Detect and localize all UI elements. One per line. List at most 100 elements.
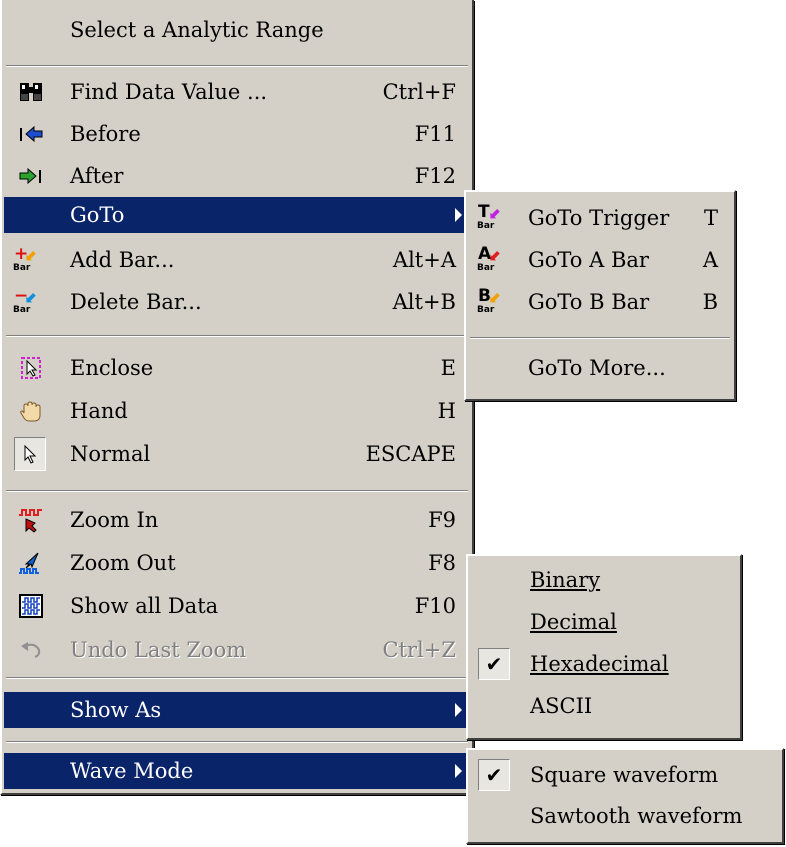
menu-item-show-all-data[interactable]: Show all Data F10 [4,588,470,624]
show-all-data-icon [18,593,44,619]
menu-item-binary[interactable]: Binary [470,562,738,598]
menu-item-label: Undo Last Zoom [70,638,247,662]
menu-shortcut: T [703,206,718,230]
b-bar-icon: B ⬋ Bar [477,286,502,315]
menu-item-label: Sawtooth waveform [530,804,743,828]
menu-item-square-waveform[interactable]: ✔ Square waveform [470,757,780,793]
menu-item-label: Zoom Out [70,551,176,575]
menu-item-label: Decimal [530,610,617,634]
menu-item-label: Show all Data [70,594,219,618]
menu-shortcut: F10 [414,594,456,618]
separator [6,65,468,67]
menu-item-label: Delete Bar... [70,290,202,314]
menu-item-goto-more[interactable]: GoTo More... [468,350,732,386]
menu-shortcut: Alt+A [392,248,456,272]
submenu-arrow-icon [455,208,462,222]
menu-shortcut: Ctrl+F [382,80,456,104]
menu-item-ascii[interactable]: ASCII [470,688,738,724]
separator [6,490,468,492]
menu-item-goto-b-bar[interactable]: B ⬋ Bar GoTo B Bar B [468,284,732,320]
menu-item-after[interactable]: After F12 [4,158,470,194]
menu-item-label: Hexadecimal [530,652,669,676]
menu-item-label: GoTo More... [528,356,666,380]
menu-item-show-as[interactable]: Show As [4,692,470,728]
goto-submenu: T ⬋ Bar GoTo Trigger T A ⬋ Bar GoTo A Bar A … [464,190,736,401]
submenu-arrow-icon [455,764,462,778]
menu-item-sawtooth-waveform[interactable]: Sawtooth waveform [470,798,780,834]
menu-item-label: Wave Mode [70,759,194,783]
separator [6,335,468,337]
submenu-arrow-icon [455,703,462,717]
menu-item-label: GoTo Trigger [528,206,670,230]
menu-item-before[interactable]: Before F11 [4,116,470,152]
menu-item-label: Binary [530,568,601,592]
menu-item-label: Zoom In [70,508,159,532]
separator [6,741,468,743]
separator [6,677,468,679]
context-menu: Select a Analytic Range Find Data Value … [0,0,474,795]
menu-shortcut: B [702,290,718,314]
checkmark-icon: ✔ [478,648,510,680]
menu-item-delete-bar[interactable]: − ⬋ Bar Delete Bar... Alt+B [4,284,470,320]
menu-item-goto-a-bar[interactable]: A ⬋ Bar GoTo A Bar A [468,242,732,278]
zoom-out-icon [18,550,44,576]
icon-sub: Bar [477,263,495,273]
menu-shortcut: ESCAPE [365,442,456,466]
hand-icon [18,398,44,424]
menu-item-label: GoTo [70,203,125,227]
icon-sub: Bar [477,221,495,231]
icon-sub: Bar [477,305,495,315]
menu-item-label: Hand [70,399,128,423]
add-bar-icon: + ⬋ Bar [13,244,38,273]
menu-item-undo-last-zoom[interactable]: Undo Last Zoom Ctrl+Z [4,632,470,668]
menu-item-find-data-value[interactable]: Find Data Value ... Ctrl+F [4,74,470,110]
menu-shortcut: H [437,399,456,423]
menu-item-zoom-in[interactable]: Zoom In F9 [4,502,470,538]
undo-icon [18,637,44,663]
menu-shortcut: F12 [414,164,456,188]
menu-item-zoom-out[interactable]: Zoom Out F8 [4,545,470,581]
menu-item-wave-mode[interactable]: Wave Mode [4,753,470,789]
menu-item-label: GoTo B Bar [528,290,650,314]
menu-shortcut: E [440,356,456,380]
menu-item-add-bar[interactable]: + ⬋ Bar Add Bar... Alt+A [4,242,470,278]
menu-shortcut: A [702,248,718,272]
menu-header-select-range[interactable]: Select a Analytic Range [4,12,470,48]
menu-item-normal[interactable]: Normal ESCAPE [4,436,470,472]
checkmark-icon: ✔ [478,759,510,791]
menu-item-hexadecimal[interactable]: ✔ Hexadecimal [470,646,738,682]
menu-item-label: Show As [70,698,162,722]
menu-item-decimal[interactable]: Decimal [470,604,738,640]
delete-bar-icon: − ⬋ Bar [13,286,38,315]
menu-shortcut: F11 [414,122,456,146]
menu-item-goto[interactable]: GoTo [4,197,470,233]
menu-item-goto-trigger[interactable]: T ⬋ Bar GoTo Trigger T [468,200,732,236]
zoom-in-icon [18,507,44,533]
menu-item-label: Normal [70,442,151,466]
menu-shortcut: F8 [428,551,456,575]
menu-shortcut: F9 [428,508,456,532]
menu-item-label: Enclose [70,356,154,380]
separator [470,337,730,339]
menu-item-label: After [70,164,124,188]
menu-item-label: GoTo A Bar [528,248,649,272]
menu-item-enclose[interactable]: Enclose E [4,350,470,386]
pointer-icon [14,437,46,471]
menu-header-label: Select a Analytic Range [70,18,324,42]
menu-item-label: ASCII [530,694,593,718]
menu-shortcut: Ctrl+Z [382,638,456,662]
menu-item-label: Before [70,122,141,146]
jump-after-icon [18,163,44,189]
icon-letter: T [478,202,490,222]
menu-shortcut: Alt+B [392,290,456,314]
enclose-icon [18,355,44,381]
jump-before-icon [18,121,44,147]
menu-item-label: Add Bar... [70,248,175,272]
binoculars-icon [18,79,44,105]
a-bar-icon: A ⬋ Bar [477,244,502,273]
wave-mode-submenu: ✔ Square waveform Sawtooth waveform [466,748,784,844]
trigger-bar-icon: T ⬋ Bar [477,202,502,231]
menu-item-hand[interactable]: Hand H [4,393,470,429]
show-as-submenu: Binary Decimal ✔ Hexadecimal ASCII [466,554,742,740]
menu-item-label: Square waveform [530,763,719,787]
